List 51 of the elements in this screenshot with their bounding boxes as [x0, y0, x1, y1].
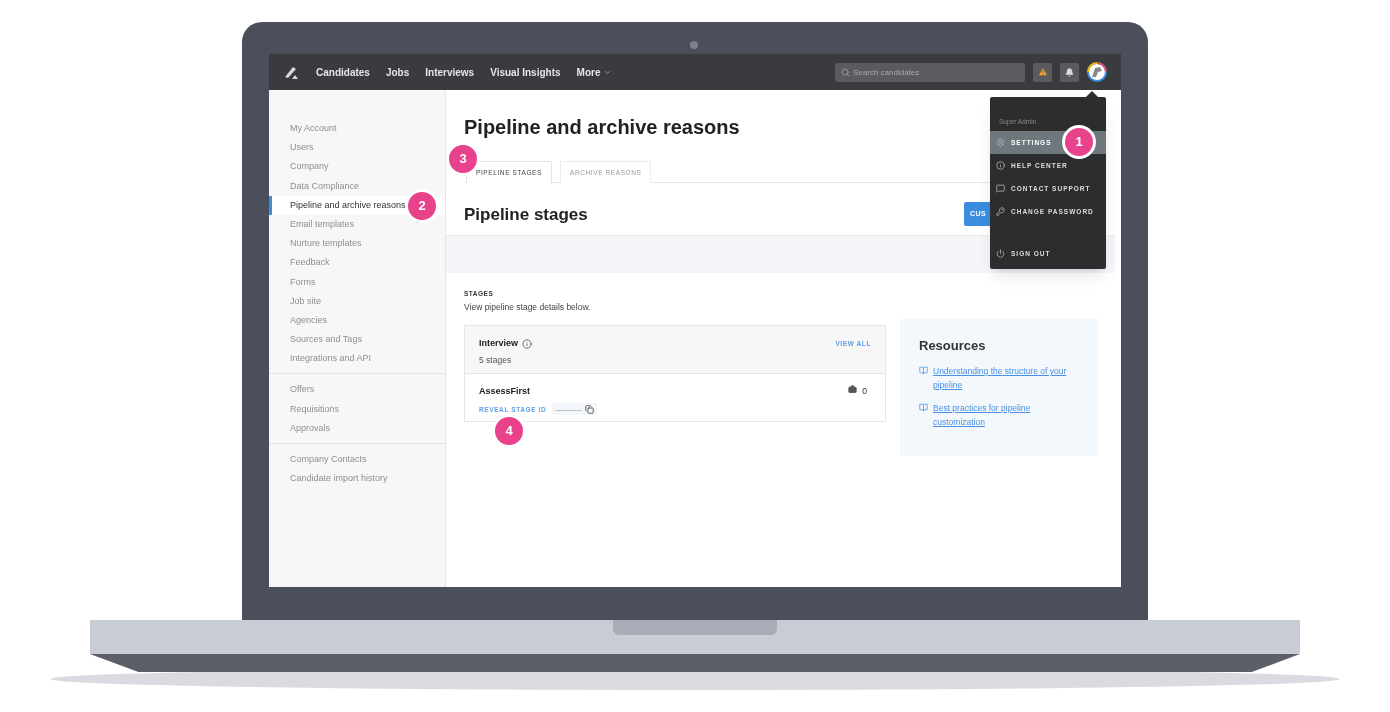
bell-icon: [1065, 67, 1074, 77]
alerts-button[interactable]: [1033, 62, 1052, 82]
section-title: Pipeline stages: [464, 203, 588, 226]
key-icon: [996, 207, 1005, 216]
book-icon: [919, 402, 928, 412]
power-icon: [996, 249, 1005, 258]
nav-link[interactable]: Jobs: [385, 64, 410, 80]
sidebar-item[interactable]: Candidate import history: [269, 469, 445, 489]
gear-icon: [996, 138, 1005, 147]
sidebar-item[interactable]: Job site: [269, 291, 445, 311]
sidebar-item[interactable]: Agencies: [269, 310, 445, 331]
chat-icon: [996, 184, 1005, 193]
more-menu[interactable]: More: [576, 64, 613, 80]
job-count: 0: [862, 384, 867, 398]
camera-icon: [690, 41, 698, 49]
nav-link[interactable]: Candidates: [316, 64, 370, 80]
page-title: Pipeline and archive reasons: [464, 115, 740, 140]
search-field[interactable]: Search candidates: [835, 62, 1025, 82]
sidebar-item[interactable]: Users: [269, 138, 445, 158]
stage-group-name: Interview: [479, 336, 518, 350]
copy-icon[interactable]: [584, 404, 594, 414]
notifications-button[interactable]: [1060, 62, 1079, 82]
warning-icon: [1037, 67, 1048, 77]
book-icon: [919, 365, 928, 375]
search-icon: [841, 67, 850, 77]
nav-link[interactable]: Visual Insights: [490, 64, 561, 80]
sidebar-item[interactable]: Nurture templates: [269, 234, 445, 254]
nav-link[interactable]: Interviews: [425, 64, 475, 80]
sidebar-item[interactable]: Company: [269, 157, 445, 177]
sidebar-item[interactable]: Offers: [269, 380, 445, 400]
info-icon: [996, 161, 1005, 170]
sidebar-item[interactable]: My Account: [269, 119, 445, 139]
step-marker-tooltip: 1: [1062, 125, 1096, 159]
sidebar-item[interactable]: Approvals: [269, 418, 445, 438]
stage-count: 5 stages: [479, 354, 513, 368]
briefcase-icon: [848, 384, 858, 394]
sidebar-item[interactable]: Sources and Tags: [269, 330, 445, 350]
stage-name: AssessFirst: [479, 384, 532, 398]
sidebar-item[interactable]: Company Contacts: [269, 450, 445, 470]
step-marker-tooltip: 2: [405, 188, 439, 223]
sidebar-item[interactable]: Integrations and API: [269, 349, 445, 369]
stages-description: View pipeline stage details below.: [464, 301, 592, 314]
sidebar-item[interactable]: Requisitions: [269, 399, 445, 419]
sidebar-item[interactable]: Feedback: [269, 253, 445, 273]
sidebar-item[interactable]: Forms: [269, 272, 445, 292]
resource-link[interactable]: Understanding the structure of your pipeline: [933, 363, 1079, 392]
resource-link[interactable]: Best practices for pipeline customization: [933, 400, 1079, 429]
avatar-icon[interactable]: [1087, 62, 1107, 82]
info-icon: [522, 338, 532, 349]
resources-title: Resources: [919, 337, 987, 356]
logo-icon: [283, 64, 299, 80]
